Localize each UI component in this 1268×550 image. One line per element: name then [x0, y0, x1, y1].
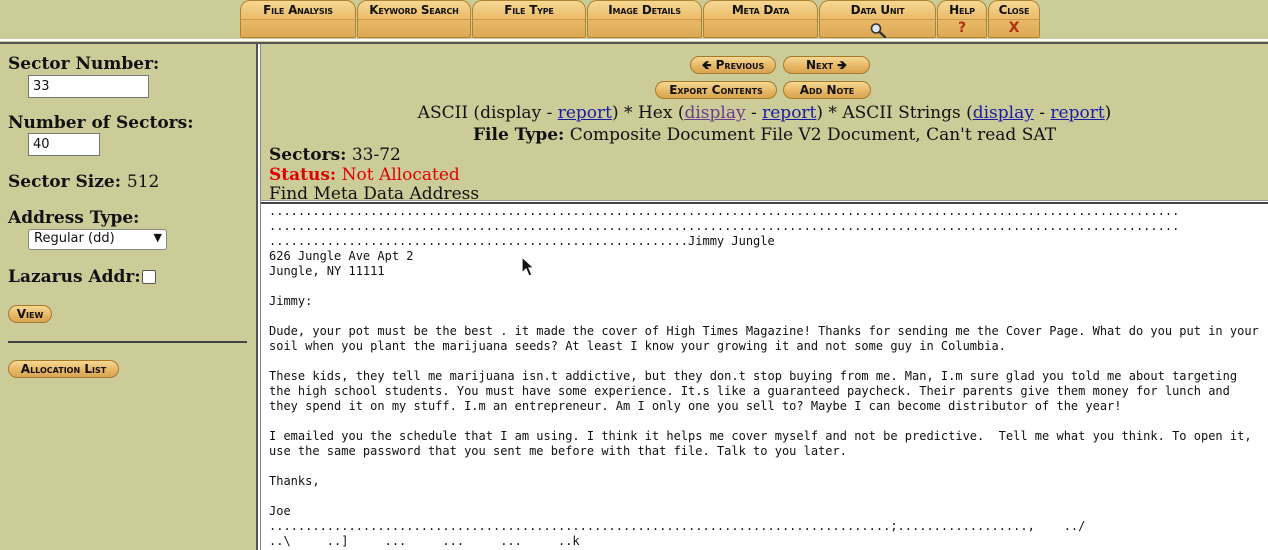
strings-sep: - — [1033, 103, 1051, 123]
file-type-row: File Type: Composite Document File V2 Do… — [261, 125, 1268, 145]
help-icon: ? — [957, 20, 967, 36]
status-label: Status: — [269, 165, 337, 185]
tab-label: File Type — [504, 3, 554, 17]
strings-close: ) — [1104, 103, 1112, 123]
sector-content: ........................................… — [261, 204, 1268, 550]
next-label: Next — [805, 58, 834, 72]
num-sectors-label: Number of Sectors: — [8, 113, 194, 133]
tab-divider — [358, 19, 470, 20]
sidebar-divider — [8, 341, 247, 343]
address-type-label: Address Type: — [8, 208, 140, 228]
tab-close[interactable]: Close X — [988, 0, 1040, 38]
next-button[interactable]: Next 🡺 — [783, 56, 870, 74]
add-note-button[interactable]: Add Note — [783, 81, 871, 99]
file-type-label: File Type: — [472, 125, 565, 145]
tab-divider — [704, 19, 817, 20]
hex-sep: - — [745, 103, 763, 123]
tab-label: Meta Data — [731, 3, 790, 17]
tab-divider — [820, 19, 935, 20]
address-type-value: Regular (dd) — [34, 231, 115, 246]
sector-size-row: Sector Size: 512 — [8, 172, 159, 192]
tab-data-unit[interactable]: Data Unit — [819, 0, 936, 38]
tab-label: Image Details — [608, 3, 681, 17]
allocation-list-button[interactable]: Allocation List — [8, 360, 119, 378]
sector-number-label: Sector Number: — [8, 54, 160, 74]
tab-keyword-search[interactable]: Keyword Search — [357, 0, 471, 38]
tab-help[interactable]: Help ? — [937, 0, 987, 38]
strings-display-link[interactable]: display — [973, 103, 1034, 123]
ascii-label: ASCII (display - — [417, 103, 558, 123]
close-icon: X — [1008, 20, 1020, 36]
ascii-report-link[interactable]: report — [558, 103, 612, 123]
sectors-value: 33-72 — [351, 145, 401, 165]
tab-image-details[interactable]: Image Details — [587, 0, 702, 38]
tab-label: Help — [949, 3, 975, 17]
hex-report-link[interactable]: report — [762, 103, 816, 123]
sector-number-input[interactable] — [28, 75, 149, 98]
file-type-value: Composite Document File V2 Document, Can… — [569, 125, 1057, 145]
status-value: Not Allocated — [341, 165, 460, 185]
sectors-row: Sectors: 33-72 — [269, 145, 401, 165]
tab-divider — [588, 19, 701, 20]
toolbar-rule — [0, 39, 1268, 41]
status-row: Status: Not Allocated — [269, 165, 460, 185]
tab-label: File Analysis — [263, 3, 333, 17]
address-type-select[interactable]: Regular (dd) ▼ — [28, 229, 167, 250]
sidebar: Sector Number: Number of Sectors: Sector… — [0, 44, 256, 550]
tab-file-type[interactable]: File Type — [472, 0, 586, 38]
tab-label: Close — [998, 3, 1030, 17]
export-contents-button[interactable]: Export Contents — [655, 81, 777, 99]
tab-label: Data Unit — [850, 3, 905, 17]
top-toolbar: File Analysis Keyword Search File Type I… — [0, 0, 1268, 44]
mouse-pointer-icon — [521, 256, 536, 277]
tab-file-analysis[interactable]: File Analysis — [240, 0, 356, 38]
tab-divider — [241, 19, 355, 20]
arrow-left-icon: 🡸 — [701, 58, 712, 72]
previous-label: Previous — [715, 58, 765, 72]
strings-report-link[interactable]: report — [1050, 103, 1104, 123]
view-button[interactable]: View — [8, 305, 52, 323]
sector-size-label: Sector Size: — [8, 172, 121, 192]
lazarus-checkbox[interactable] — [142, 270, 156, 284]
sector-size-value: 512 — [126, 172, 160, 192]
lazarus-label: Lazarus Addr: — [8, 267, 141, 287]
sectors-label: Sectors: — [269, 145, 347, 165]
previous-button[interactable]: 🡸 Previous — [690, 56, 776, 74]
sector-header: 🡸 Previous Next 🡺 Export Contents Add No… — [261, 44, 1268, 200]
hex-label: ) * Hex ( — [612, 103, 685, 123]
sector-ascii-text: ........................................… — [269, 204, 1259, 550]
magnifier-icon — [870, 23, 886, 38]
view-mode-links: ASCII (display - report) * Hex (display … — [261, 103, 1268, 123]
num-sectors-input[interactable] — [28, 133, 100, 156]
arrow-right-icon: 🡺 — [837, 58, 848, 72]
hex-display-link[interactable]: display — [684, 103, 745, 123]
find-meta-data-link[interactable]: Find Meta Data Address — [269, 184, 479, 200]
tab-meta-data[interactable]: Meta Data — [703, 0, 818, 38]
tab-label: Keyword Search — [369, 3, 459, 17]
strings-label: ) * ASCII Strings ( — [816, 103, 973, 123]
tab-divider — [473, 19, 585, 20]
chevron-down-icon: ▼ — [153, 231, 162, 244]
